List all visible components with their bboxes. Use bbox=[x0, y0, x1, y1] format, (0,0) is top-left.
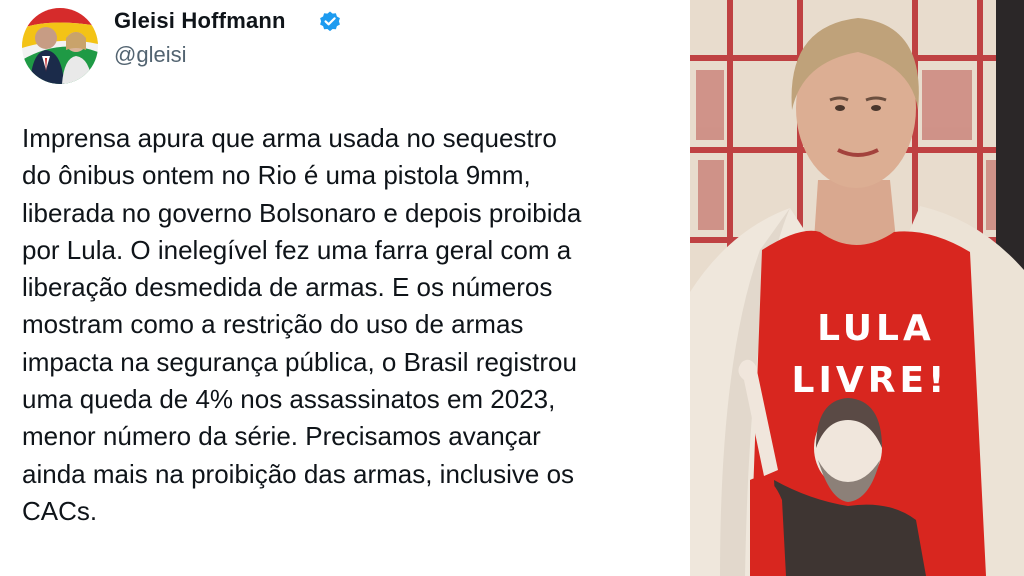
tweet-text-line: menor número da série. Precisamos avança… bbox=[22, 421, 541, 452]
tweet-text-line: liberada no governo Bolsonaro e depois p… bbox=[22, 197, 582, 228]
shirt-text-line-2: LIVRE! bbox=[792, 360, 949, 401]
tweet-text-line: do ônibus ontem no Rio é uma pistola 9mm… bbox=[22, 160, 531, 191]
tweet-text-line: Imprensa apura que arma usada no sequest… bbox=[22, 123, 557, 153]
portrait-photo: LULA LIVRE! bbox=[690, 0, 1024, 576]
shirt-text-line-1: LULA bbox=[817, 308, 935, 349]
author-avatar[interactable] bbox=[22, 8, 98, 84]
verified-badge-icon bbox=[320, 11, 340, 32]
tweet-text-line: uma queda de 4% nos assassinatos em 2023… bbox=[22, 384, 556, 415]
tweet-text-line: liberação desmedida de armas. E os númer… bbox=[22, 272, 553, 303]
tweet-text-line: mostram como a restrição do uso de armas bbox=[22, 309, 524, 340]
author-handle[interactable]: @gleisi bbox=[114, 42, 186, 68]
tweet-text-line: ainda mais na proibição das armas, inclu… bbox=[22, 458, 575, 489]
tweet-card: Gleisi Hoffmann @gleisi Imprensa apura q… bbox=[0, 0, 690, 576]
tweet-text-line: CACs. bbox=[22, 495, 98, 526]
author-display-name[interactable]: Gleisi Hoffmann bbox=[114, 8, 286, 34]
avatar-image bbox=[22, 8, 98, 84]
portrait-photo-illustration: LULA LIVRE! bbox=[690, 0, 1024, 576]
tweet-text: Imprensa apura que arma usada no sequest… bbox=[22, 120, 687, 530]
tweet-text-line: impacta na segurança pública, o Brasil r… bbox=[22, 346, 577, 377]
tweet-text-line: por Lula. O inelegível fez uma farra ger… bbox=[22, 234, 572, 265]
